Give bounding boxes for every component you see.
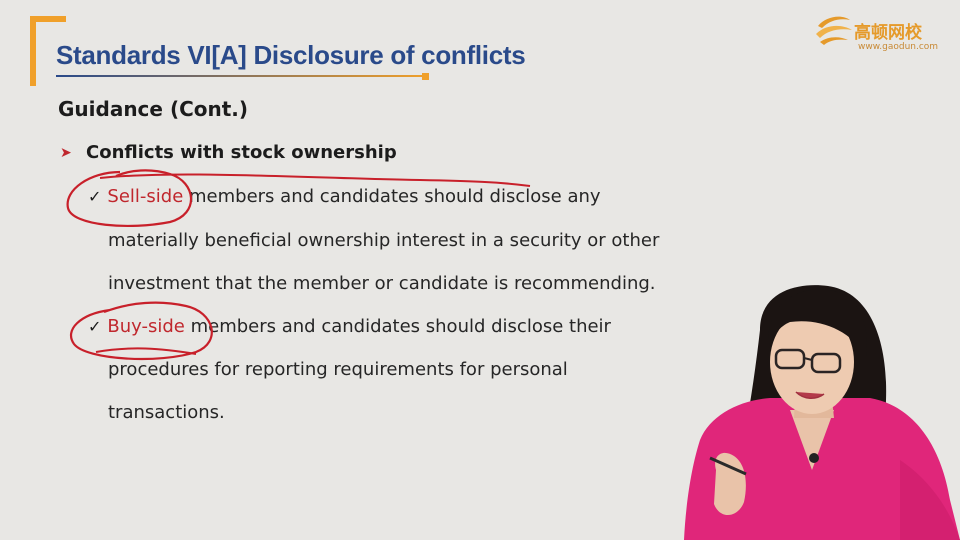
presenter-video: [684, 285, 960, 540]
